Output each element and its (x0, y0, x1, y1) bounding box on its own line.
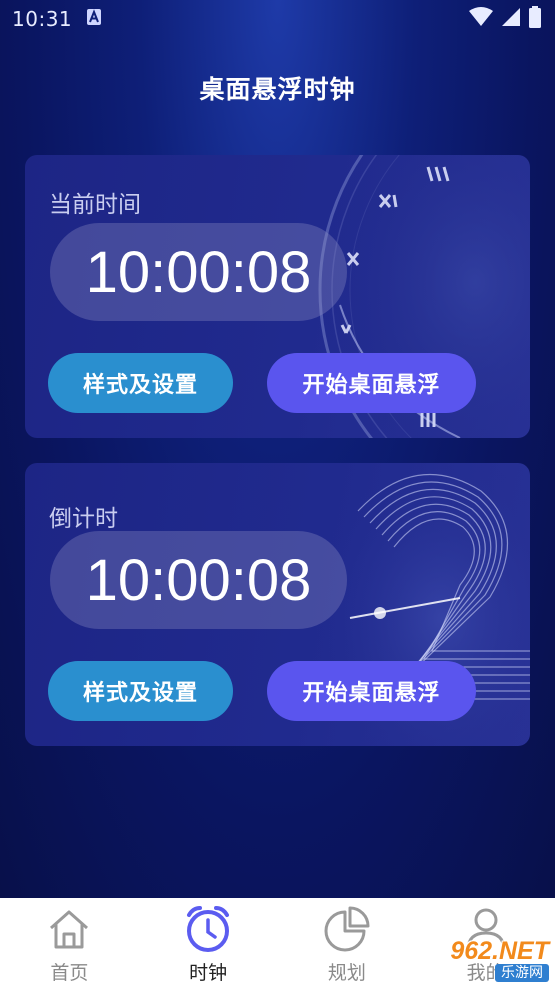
start-floating-button[interactable]: 开始桌面悬浮 (267, 353, 476, 413)
status-bar: 10:31 (0, 0, 555, 38)
battery-icon (529, 6, 541, 32)
watermark-logo-text: 962.NET (450, 937, 549, 965)
site-watermark: 962.NET 乐游网 (407, 938, 549, 982)
current-time-display: 10:00:08 (50, 223, 347, 321)
tab-home[interactable]: 首页 (0, 898, 139, 986)
wifi-icon (469, 7, 493, 31)
style-settings-button[interactable]: 样式及设置 (48, 661, 233, 721)
home-icon (44, 904, 94, 954)
current-time-card: 当前时间 10:00:08 样式及设置 开始桌面悬浮 (25, 155, 530, 438)
start-floating-button[interactable]: 开始桌面悬浮 (267, 661, 476, 721)
tab-label: 首页 (50, 962, 89, 984)
style-settings-button[interactable]: 样式及设置 (48, 353, 233, 413)
tab-plan[interactable]: 规划 (278, 898, 417, 986)
card-label: 当前时间 (49, 192, 141, 218)
countdown-card: 倒计时 10:00:08 样式及设置 开始桌面悬浮 (25, 463, 530, 746)
page-title: 桌面悬浮时钟 (199, 75, 356, 104)
tab-label: 时钟 (189, 962, 228, 984)
notification-a-icon (86, 8, 102, 30)
watermark-site-name: 乐游网 (495, 964, 549, 982)
countdown-time-display: 10:00:08 (50, 531, 347, 629)
pie-chart-icon (322, 904, 372, 954)
cellular-icon (501, 7, 521, 31)
alarm-clock-icon (183, 904, 233, 954)
app-background (0, 0, 555, 898)
status-time: 10:31 (12, 7, 73, 31)
tab-clock[interactable]: 时钟 (139, 898, 278, 986)
tab-label: 规划 (327, 962, 366, 984)
card-label: 倒计时 (49, 506, 118, 532)
